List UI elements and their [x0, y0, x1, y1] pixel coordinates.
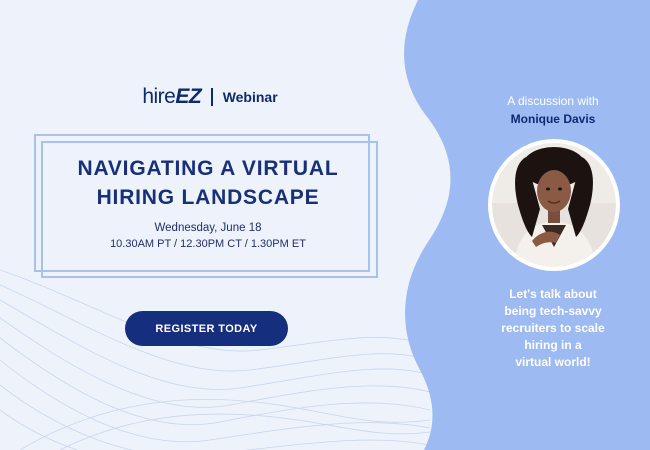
- webinar-label: Webinar: [222, 89, 278, 105]
- discussion-intro: A discussion with: [507, 94, 599, 108]
- hireez-logo: hireEZ: [142, 85, 202, 108]
- speaker-photo: [492, 143, 616, 267]
- speaker-photo-frame: [488, 139, 620, 271]
- webinar-times: 10.30AM PT / 12.30PM CT / 1.30PM ET: [110, 238, 306, 250]
- register-button[interactable]: REGISTER TODAY: [125, 311, 288, 346]
- webinar-title: NAVIGATING A VIRTUAL HIRING LANDSCAPE: [77, 157, 339, 209]
- brand-header: hireEZ Webinar: [0, 85, 420, 109]
- speaker-name: Monique Davis: [510, 112, 596, 126]
- brand-divider: [211, 88, 213, 106]
- webinar-date: Wednesday, June 18: [154, 222, 262, 234]
- speaker-tagline: Let's talk about being tech-savvy recrui…: [501, 287, 605, 369]
